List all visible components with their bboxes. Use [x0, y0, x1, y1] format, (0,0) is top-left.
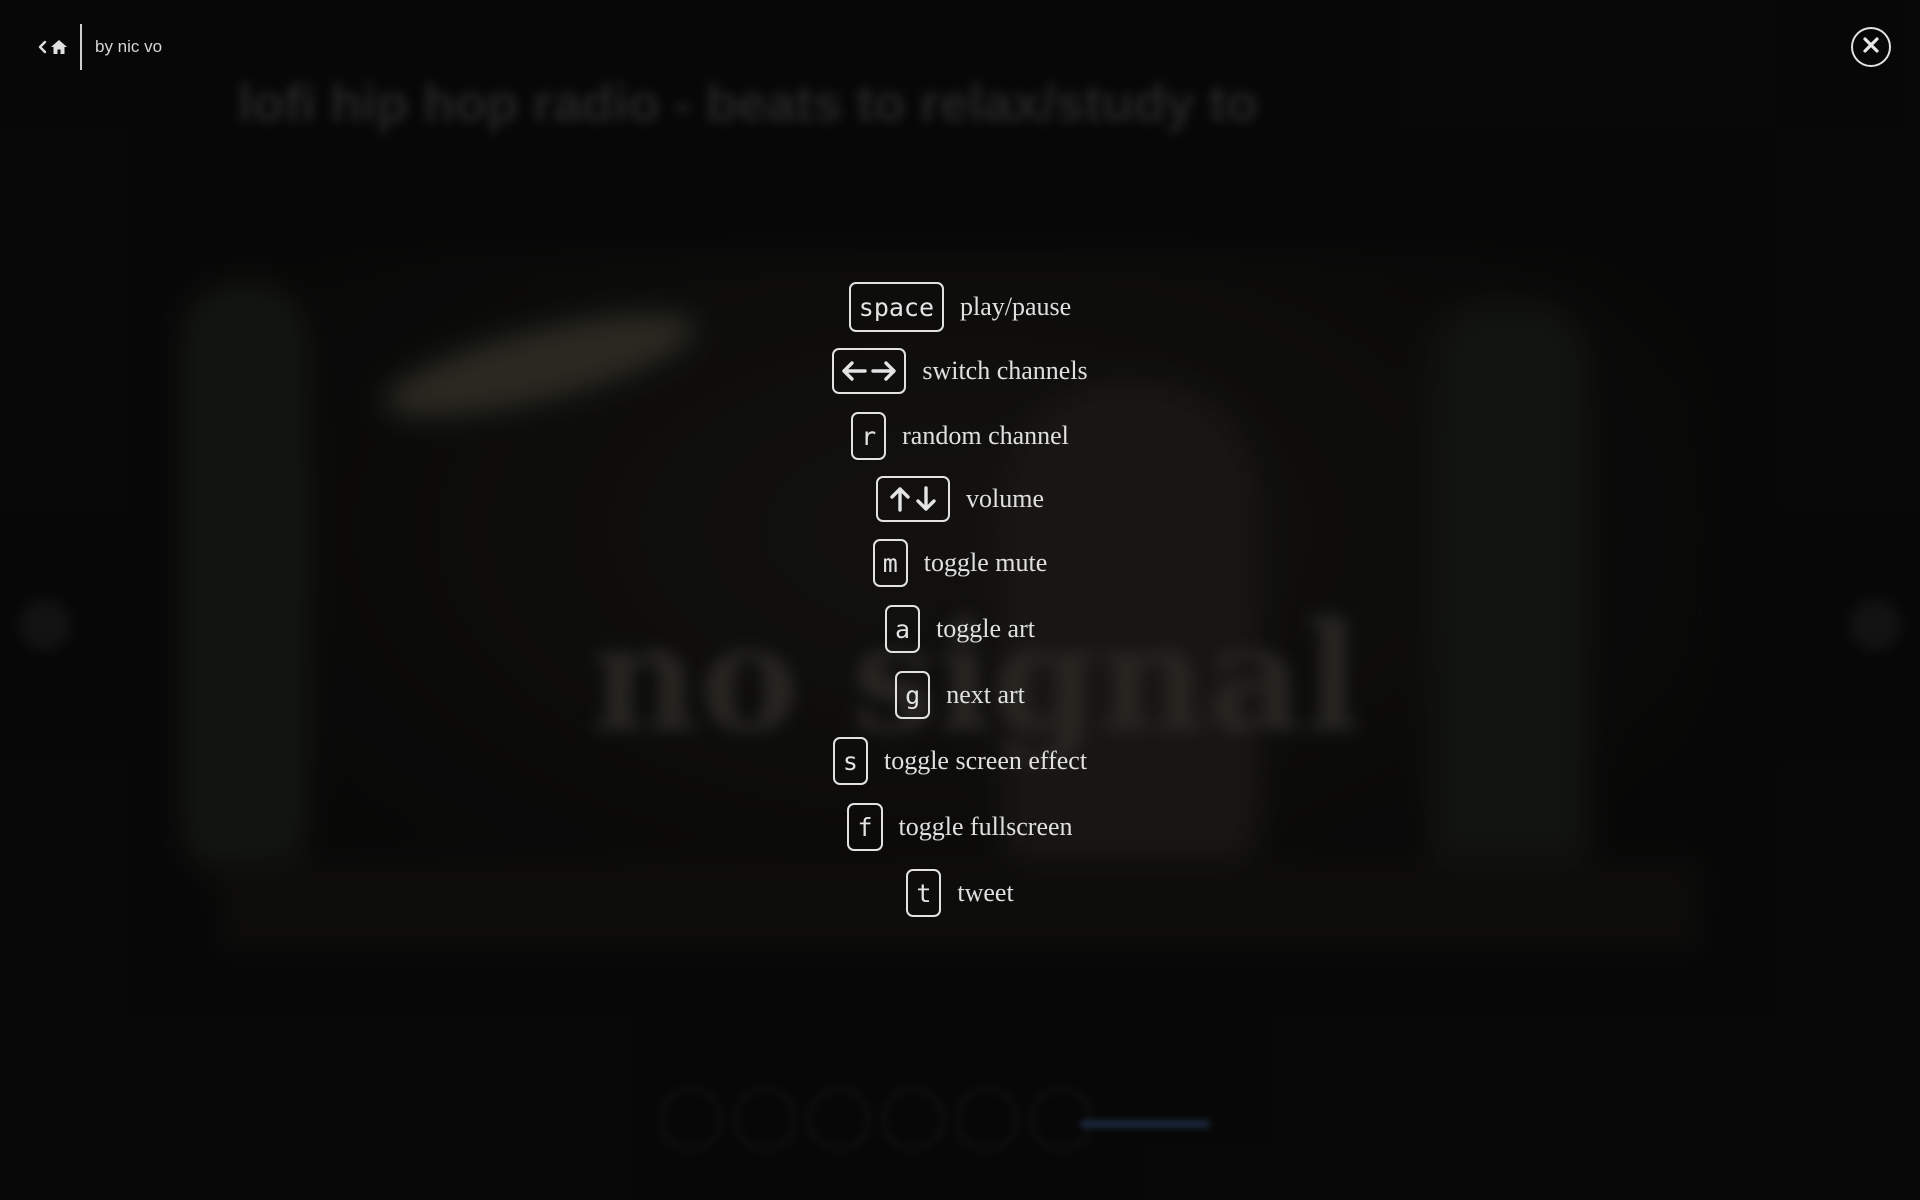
up-down-arrows-icon — [884, 485, 942, 513]
shortcut-row: t tweet — [0, 869, 1920, 917]
shortcut-row: switch channels — [0, 348, 1920, 394]
shortcut-label: play/pause — [960, 292, 1072, 321]
shortcut-row: space play/pause — [0, 282, 1920, 332]
shortcut-row: volume — [0, 476, 1920, 522]
shortcut-label: toggle fullscreen — [898, 812, 1073, 841]
shortcut-row: g next art — [0, 671, 1920, 719]
key-r: r — [851, 412, 887, 460]
close-icon — [1862, 36, 1880, 59]
shortcut-row: f toggle fullscreen — [0, 803, 1920, 851]
shortcut-label: tweet — [957, 878, 1014, 907]
key-a: a — [885, 605, 921, 653]
left-right-arrows-icon — [840, 358, 898, 384]
shortcut-row: m toggle mute — [0, 539, 1920, 587]
key-m: m — [872, 539, 908, 587]
shortcut-label: random channel — [902, 421, 1069, 450]
shortcut-label: next art — [946, 680, 1025, 709]
author-credit: by nic vo — [95, 37, 163, 56]
key-f: f — [847, 803, 883, 851]
shortcut-row: s toggle screen effect — [0, 737, 1920, 785]
app-stage: lofi hip hop radio - beats to relax/stud… — [0, 0, 1920, 1200]
shortcut-row: r random channel — [0, 412, 1920, 460]
modal-backdrop — [0, 0, 1920, 1200]
shortcut-label: toggle screen effect — [883, 746, 1088, 775]
chevron-left-icon — [38, 40, 47, 54]
key-s: s — [832, 737, 868, 785]
shortcut-label: switch channels — [922, 356, 1088, 385]
shortcut-label: toggle art — [936, 614, 1035, 643]
shortcut-label: volume — [966, 484, 1044, 513]
key-g: g — [895, 671, 931, 719]
close-button[interactable] — [1851, 27, 1891, 67]
key-left-right — [832, 348, 907, 394]
key-up-down — [876, 476, 950, 522]
home-link[interactable] — [38, 24, 82, 70]
top-nav: by nic vo — [38, 24, 162, 70]
shortcut-label: toggle mute — [923, 548, 1048, 577]
key-t: t — [906, 869, 942, 917]
home-icon — [50, 39, 68, 55]
shortcut-row: a toggle art — [0, 605, 1920, 653]
key-space: space — [848, 282, 945, 332]
